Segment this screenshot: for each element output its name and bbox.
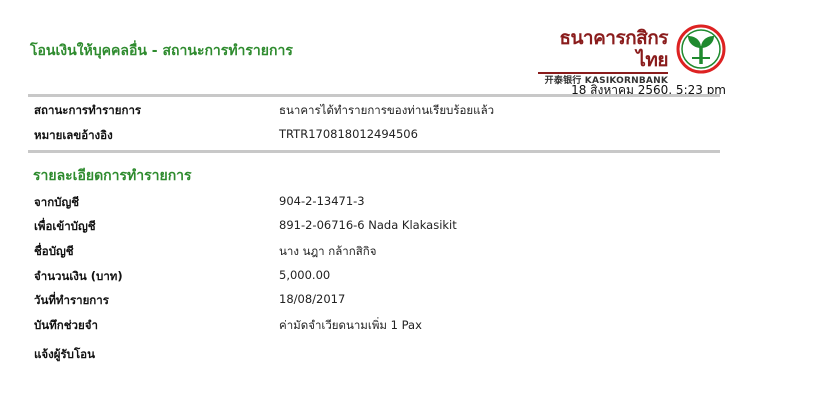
middle-divider: [28, 150, 720, 153]
to-account-label: เพื่อเข้าบัญชี: [34, 219, 96, 233]
account-name-value: นาง นฎา กล้ากสิกิจ: [279, 244, 377, 258]
bank-name-thai: ธนาคารกสิกรไทย: [559, 27, 668, 71]
kbank-emblem-icon: [676, 24, 726, 74]
reference-label: หมายเลขอ้างอิง: [34, 128, 113, 142]
account-name-label: ชื่อบัญชี: [34, 244, 74, 258]
top-divider: [28, 94, 720, 97]
notify-recipient-label: แจ้งผู้รับโอน: [34, 347, 95, 361]
memo-value: ค่ามัดจำเวียดนามเพิ่ม 1 Pax: [279, 318, 422, 332]
to-account-value: 891-2-06716-6 Nada Klakasikit: [279, 218, 457, 232]
page-title: โอนเงินให้บุคคลอื่น - สถานะการทำรายการ: [30, 43, 293, 59]
transaction-date-label: วันที่ทำรายการ: [34, 293, 109, 307]
status-value: ธนาคารได้ทำรายการของท่านเรียบร้อยแล้ว: [279, 103, 495, 117]
transaction-datetime: 18 สิงหาคม 2560, 5:23 pm: [571, 83, 726, 97]
amount-value: 5,000.00: [279, 268, 331, 282]
status-label: สถานะการทำรายการ: [34, 103, 142, 117]
reference-value: TRTR170818012494506: [279, 127, 418, 141]
details-section-title: รายละเอียดการทำรายการ: [33, 168, 192, 184]
from-account-value: 904-2-13471-3: [279, 194, 365, 208]
amount-label: จำนวนเงิน (บาท): [34, 269, 123, 283]
bank-logo: ธนาคารกสิกรไทย 开泰银行 KASIKORNBANK: [538, 27, 669, 87]
from-account-label: จากบัญชี: [34, 195, 80, 209]
logo-divider: [538, 72, 668, 74]
transaction-date-value: 18/08/2017: [279, 292, 346, 306]
memo-label: บันทึกช่วยจำ: [34, 318, 98, 332]
